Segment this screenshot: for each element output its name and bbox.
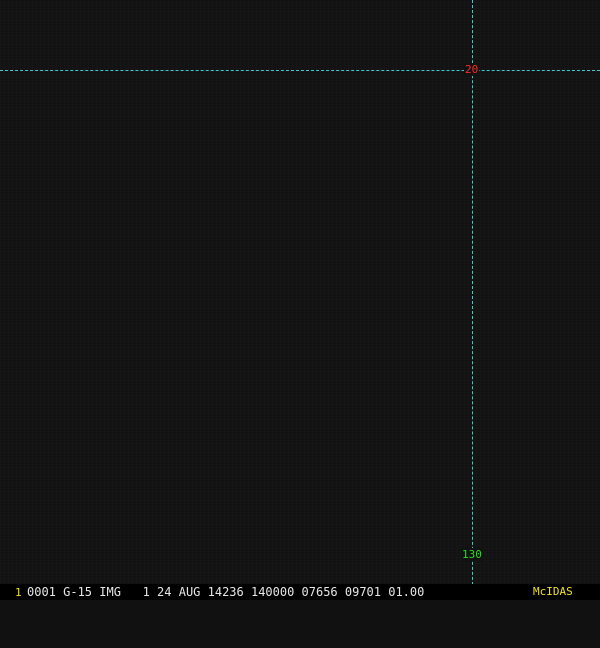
mcidas-logo-text: McIDAS [533,585,573,598]
frame-info-text: 0001 G-15 IMG 1 24 AUG 14236 140000 0765… [27,585,425,599]
longitude-grid-line [472,0,473,600]
status-bar: 1 0001 G-15 IMG 1 24 AUG 14236 140000 07… [0,584,600,600]
latitude-label: 20 [464,63,480,76]
longitude-label: 130 [461,548,483,561]
frame-number: 1 [15,586,22,599]
latitude-grid-line [0,70,600,71]
satellite-image-frame: 20 130 [0,0,600,600]
